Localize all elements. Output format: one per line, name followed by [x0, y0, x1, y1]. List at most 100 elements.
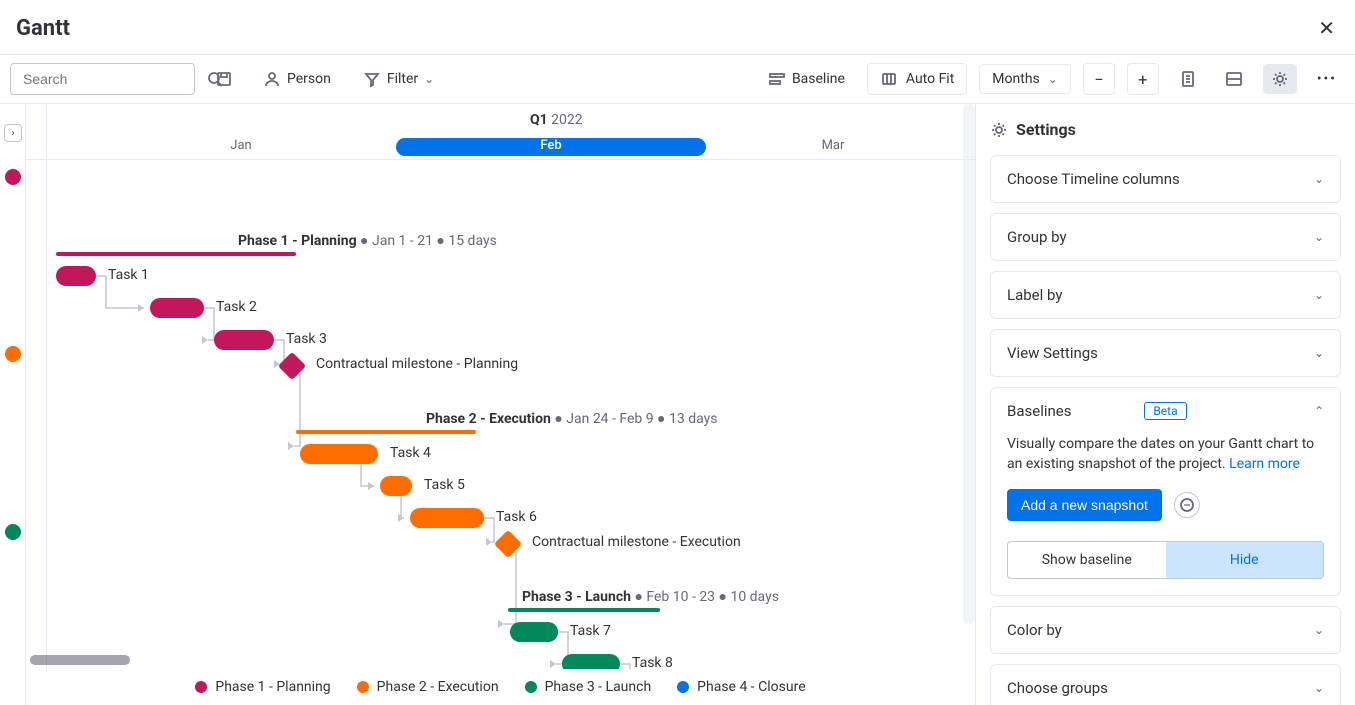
baseline-label: Baseline [792, 71, 845, 87]
chevron-down-icon: ⌄ [424, 72, 434, 86]
baselines-desc: Visually compare the dates on your Gantt… [1007, 434, 1324, 475]
chevron-down-icon: ⌄ [1314, 623, 1324, 637]
phase-indicator-3[interactable] [5, 524, 21, 540]
chevron-down-icon: ⌄ [1314, 230, 1324, 244]
search-input[interactable] [21, 70, 206, 88]
zoom-out-button[interactable]: − [1083, 63, 1115, 95]
hide-baseline-button[interactable]: Hide [1166, 542, 1324, 578]
add-snapshot-button[interactable]: Add a new snapshot [1007, 489, 1162, 521]
expand-sidebar-button[interactable]: › [4, 124, 22, 142]
export-button[interactable] [1171, 64, 1205, 94]
autofit-icon [880, 70, 898, 88]
baseline-toggle: Show baseline Hide [1007, 541, 1324, 579]
search-wrap[interactable] [10, 63, 195, 95]
phase-bar-1[interactable] [56, 252, 296, 256]
phase-bar-2[interactable] [296, 430, 476, 434]
chevron-down-icon: ⌄ [1314, 346, 1324, 360]
snapshot-edit-icon[interactable] [1174, 492, 1200, 518]
filter-button[interactable]: Filter ⌄ [353, 64, 444, 94]
toolbar: Person Filter ⌄ Baseline Auto Fit Months… [0, 55, 1355, 104]
split-view-button[interactable] [1217, 64, 1251, 94]
person-filter-button[interactable]: Person [253, 64, 341, 94]
phase-label-1: Phase 1 - Planning ● Jan 1 - 21 ● 15 day… [238, 232, 497, 249]
milestone-label: Contractual milestone - Execution [532, 534, 741, 550]
autofit-button[interactable]: Auto Fit [867, 63, 967, 95]
more-button[interactable]: ••• [1309, 65, 1345, 93]
learn-more-link[interactable]: Learn more [1229, 456, 1300, 472]
minus-icon: − [1094, 70, 1103, 89]
gear-icon [990, 121, 1008, 139]
settings-head-baselines[interactable]: Baselines Beta ⌃ [991, 388, 1340, 434]
phase-label-3: Phase 3 - Launch ● Feb 10 - 23 ● 10 days [522, 588, 779, 605]
task-bar[interactable] [510, 622, 558, 642]
save-button[interactable] [207, 64, 241, 94]
timescale-label: Months [992, 71, 1039, 87]
task-label: Task 5 [424, 477, 465, 493]
settings-section: Color by⌄ [990, 606, 1341, 654]
chevron-up-icon: ⌃ [1314, 404, 1324, 418]
chevron-down-icon: ⌄ [1314, 681, 1324, 695]
chevron-down-icon: ⌄ [1048, 72, 1058, 86]
task-label: Task 7 [570, 623, 611, 639]
timeline-header: Q1 2022 JanFebMar [26, 104, 975, 160]
month-jan[interactable]: Jan [86, 138, 396, 156]
baseline-button[interactable]: Baseline [758, 64, 855, 94]
task-label: Task 3 [286, 331, 327, 347]
legend-item[interactable]: Phase 3 - Launch [525, 679, 652, 695]
phase-indicator-1[interactable] [5, 169, 21, 185]
timescale-select[interactable]: Months ⌄ [979, 64, 1071, 94]
settings-head[interactable]: View Settings⌄ [991, 330, 1340, 376]
task-bar[interactable] [214, 330, 274, 350]
settings-head[interactable]: Group by⌄ [991, 214, 1340, 260]
settings-section: Choose groups⌄ [990, 664, 1341, 705]
main: › Q1 2022 JanFebMar Phase 1 - Planning ●… [0, 104, 1355, 705]
more-icon: ••• [1317, 71, 1337, 87]
gantt-chart[interactable]: Q1 2022 JanFebMar Phase 1 - Planning ● J… [26, 104, 975, 705]
task-bar[interactable] [56, 266, 96, 286]
task-bar[interactable] [150, 298, 204, 318]
autofit-label: Auto Fit [906, 71, 954, 87]
beta-badge: Beta [1144, 402, 1186, 420]
settings-section-baselines: Baselines Beta ⌃ Visually compare the da… [990, 387, 1341, 596]
task-label: Task 4 [390, 445, 431, 461]
month-mar[interactable]: Mar [708, 138, 958, 156]
left-sidebar-collapsed: › [0, 104, 26, 705]
legend-item[interactable]: Phase 1 - Planning [195, 679, 330, 695]
phase-indicator-2[interactable] [5, 346, 21, 362]
zoom-in-button[interactable]: + [1127, 63, 1159, 95]
scrollbar-horizontal[interactable] [30, 655, 130, 665]
settings-button[interactable] [1263, 64, 1297, 94]
settings-panel: Settings Choose Timeline columns⌄ Group b… [975, 104, 1355, 705]
task-label: Task 1 [108, 267, 149, 283]
task-bar[interactable] [410, 508, 484, 528]
person-label: Person [287, 71, 331, 87]
settings-section: Choose Timeline columns⌄ [990, 155, 1341, 203]
page-title: Gantt [16, 16, 1314, 41]
month-feb[interactable]: Feb [396, 138, 706, 156]
settings-head[interactable]: Choose groups⌄ [991, 665, 1340, 705]
settings-section: Group by⌄ [990, 213, 1341, 261]
settings-title: Settings [990, 120, 1341, 139]
task-bar[interactable] [380, 476, 412, 496]
settings-section: View Settings⌄ [990, 329, 1341, 377]
phase-bar-3[interactable] [508, 608, 660, 612]
show-baseline-button[interactable]: Show baseline [1008, 542, 1166, 578]
legend-item[interactable]: Phase 2 - Execution [357, 679, 499, 695]
scrollbar-vertical[interactable] [963, 104, 975, 624]
quarter-label: Q1 2022 [530, 112, 583, 128]
settings-head[interactable]: Color by⌄ [991, 607, 1340, 653]
settings-section: Label by⌄ [990, 271, 1341, 319]
task-label: Task 2 [216, 299, 257, 315]
close-icon[interactable]: ✕ [1314, 12, 1339, 44]
milestone-label: Contractual milestone - Planning [316, 356, 518, 372]
split-icon [1225, 70, 1243, 88]
header: Gantt ✕ [0, 0, 1355, 55]
task-bar[interactable] [300, 444, 378, 464]
plus-icon: + [1138, 70, 1147, 89]
document-icon [1179, 70, 1197, 88]
legend-item[interactable]: Phase 4 - Closure [677, 679, 805, 695]
chevron-down-icon: ⌄ [1314, 288, 1324, 302]
settings-head[interactable]: Label by⌄ [991, 272, 1340, 318]
settings-head[interactable]: Choose Timeline columns⌄ [991, 156, 1340, 202]
chat-icon [1178, 496, 1196, 514]
